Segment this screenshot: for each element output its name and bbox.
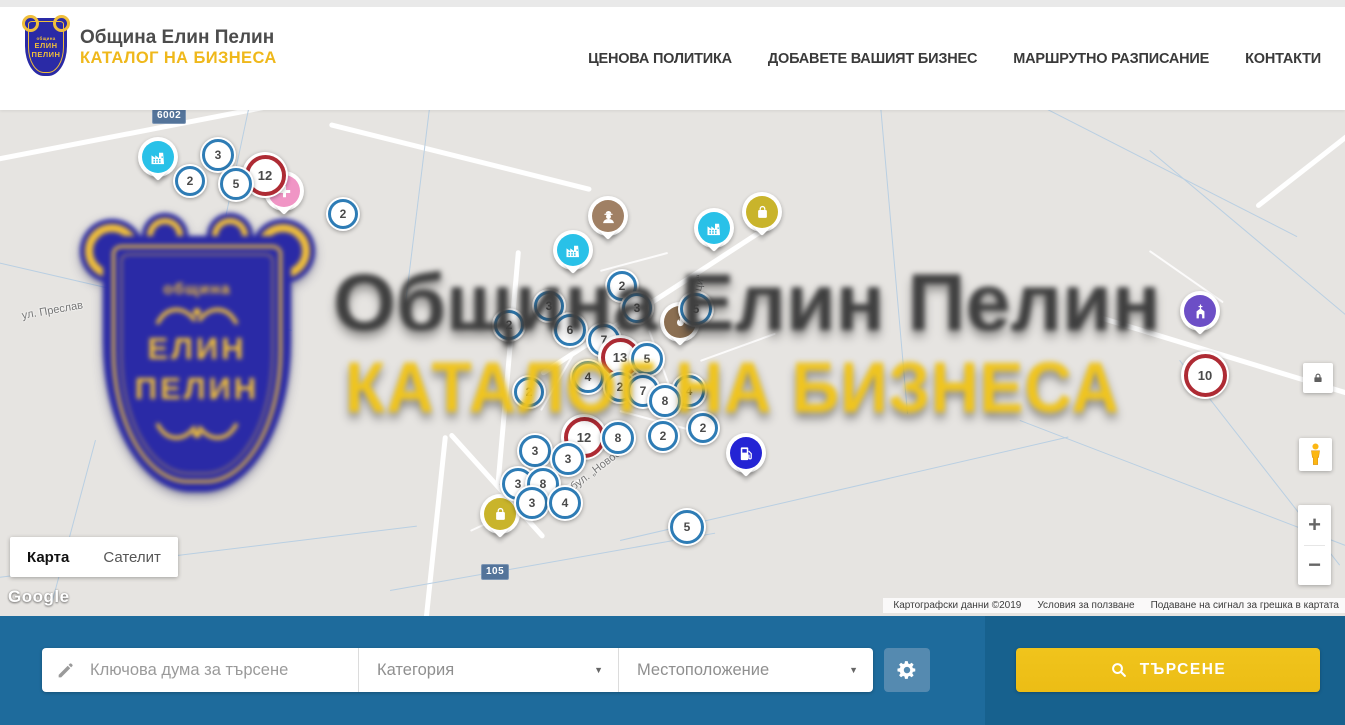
search-button-panel: ТЪРСЕНЕ (985, 616, 1345, 725)
map-type-satellite-button[interactable]: Сателит (86, 537, 178, 577)
category-select[interactable]: Категория ▼ (358, 648, 618, 692)
map-data-copyright: Картографски данни ©2019 (893, 598, 1021, 613)
cluster-marker-5[interactable]: 5 (678, 291, 714, 327)
street-label: ци“ (692, 274, 707, 292)
factory-pin[interactable] (553, 230, 593, 270)
nav-pricing-policy[interactable]: ЦЕНОВА ПОЛИТИКА (588, 51, 732, 67)
google-logo[interactable]: Google (8, 587, 70, 607)
crest-top-word: община (36, 36, 55, 41)
top-strip (0, 0, 1345, 7)
cluster-marker-3[interactable]: 3 (517, 433, 553, 469)
road-number-badge: 105 (481, 564, 509, 580)
cluster-marker-10[interactable]: 10 (1181, 351, 1229, 399)
search-icon (1110, 661, 1129, 680)
search-fields: Категория ▼ Местоположение ▼ (42, 648, 873, 692)
zoom-control: + − (1298, 505, 1331, 585)
lock-icon (1310, 370, 1326, 386)
report-map-error-link[interactable]: Подаване на сигнал за грешка в картата (1151, 598, 1339, 613)
pegman-streetview-button[interactable] (1299, 438, 1332, 471)
cluster-marker-6[interactable]: 6 (552, 312, 588, 348)
pegman-icon (1307, 442, 1324, 468)
cluster-marker-2[interactable]: 2 (326, 197, 360, 231)
zoom-out-button[interactable]: − (1298, 546, 1331, 586)
location-select-label: Местоположение (637, 661, 769, 680)
main-nav: ЦЕНОВА ПОЛИТИКА ДОБАВЕТЕ ВАШИЯТ БИЗНЕС М… (588, 7, 1321, 110)
construction-worker-pin[interactable] (588, 196, 628, 236)
municipality-crest-logo: община ЕЛИН ПЕЛИН (25, 18, 67, 76)
fuel-station-pin[interactable] (726, 433, 766, 473)
cluster-marker-2[interactable]: 2 (686, 411, 720, 445)
search-bar: Категория ▼ Местоположение ▼ ТЪРСЕНЕ (0, 616, 1345, 725)
cluster-marker-2[interactable]: 2 (173, 164, 207, 198)
zoom-in-button[interactable]: + (1298, 505, 1331, 545)
map-canvas[interactable]: 6002105ул. Преславбул. „Новоселци“ 32125… (0, 110, 1345, 616)
shopping-bag-pin[interactable] (742, 192, 782, 232)
cluster-marker-2[interactable]: 2 (492, 308, 526, 342)
search-button[interactable]: ТЪРСЕНЕ (1016, 648, 1320, 692)
church-pin[interactable] (1180, 291, 1220, 331)
terms-of-use-link[interactable]: Условия за ползване (1037, 598, 1134, 613)
cluster-marker-3[interactable]: 3 (514, 485, 550, 521)
cluster-marker-2[interactable]: 2 (512, 375, 546, 409)
site-subtitle: КАТАЛОГ НА БИЗНЕСА (80, 49, 277, 68)
cluster-marker-3[interactable]: 3 (620, 291, 654, 325)
map-type-control: Карта Сателит (10, 537, 178, 577)
map-attribution: Картографски данни ©2019 Условия за полз… (883, 598, 1345, 613)
cluster-marker-5[interactable]: 5 (668, 508, 706, 546)
location-select[interactable]: Местоположение ▼ (618, 648, 873, 692)
chevron-down-icon: ▼ (849, 665, 858, 675)
page: община ЕЛИН ПЕЛИН Община Елин Пелин КАТА… (0, 0, 1345, 725)
gear-icon (896, 659, 918, 681)
padlock-button[interactable] (1303, 363, 1333, 393)
header: община ЕЛИН ПЕЛИН Община Елин Пелин КАТА… (0, 7, 1345, 110)
cluster-marker-4[interactable]: 4 (570, 359, 606, 395)
site-title: Община Елин Пелин (80, 27, 277, 49)
pencil-icon (56, 660, 76, 685)
nav-route-schedule[interactable]: МАРШРУТНО РАЗПИСАНИЕ (1013, 51, 1209, 67)
brand[interactable]: община ЕЛИН ПЕЛИН Община Елин Пелин КАТА… (25, 18, 277, 76)
cluster-marker-4[interactable]: 4 (547, 485, 583, 521)
nav-contacts[interactable]: КОНТАКТИ (1245, 51, 1321, 67)
keyword-field (42, 648, 358, 692)
search-button-label: ТЪРСЕНЕ (1140, 661, 1226, 679)
cluster-marker-5[interactable]: 5 (629, 341, 665, 377)
map-type-map-button[interactable]: Карта (10, 537, 86, 577)
crest-name-line1: ЕЛИН (34, 42, 57, 50)
cluster-marker-2[interactable]: 2 (646, 419, 680, 453)
advanced-settings-button[interactable] (884, 648, 930, 692)
chevron-down-icon: ▼ (594, 665, 603, 675)
factory-pin[interactable] (694, 208, 734, 248)
crest-name-line2: ПЕЛИН (32, 51, 61, 59)
cluster-marker-5[interactable]: 5 (218, 166, 254, 202)
street-label: ул. Преслав (21, 299, 84, 322)
nav-add-your-business[interactable]: ДОБАВЕТЕ ВАШИЯТ БИЗНЕС (768, 51, 977, 67)
factory-pin[interactable] (138, 137, 178, 177)
cluster-marker-8[interactable]: 8 (647, 383, 683, 419)
road-number-badge: 6002 (152, 110, 186, 124)
cluster-marker-8[interactable]: 8 (600, 420, 636, 456)
category-select-label: Категория (377, 661, 454, 680)
keyword-input[interactable] (88, 660, 342, 681)
